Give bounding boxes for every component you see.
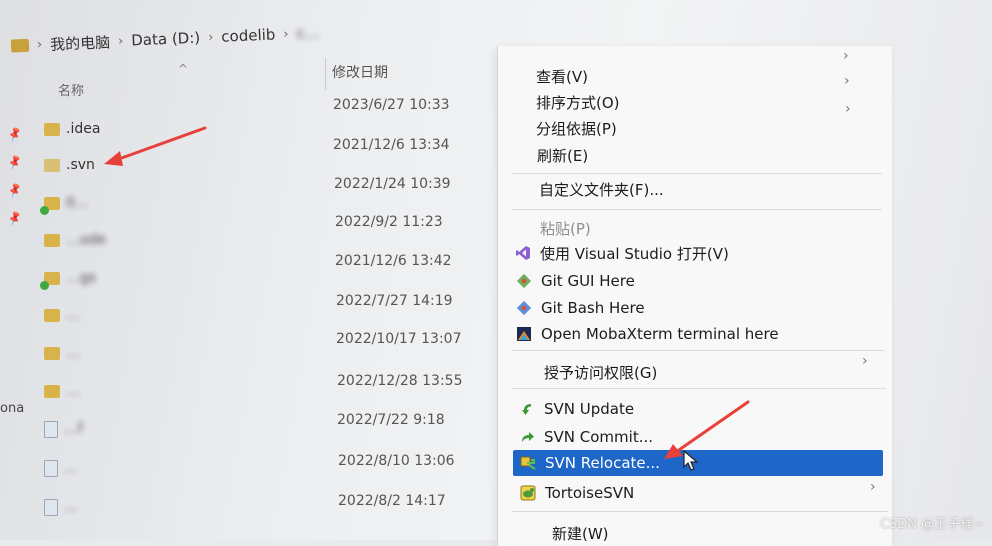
svn-commit-icon (518, 428, 536, 446)
file-name: .idea (66, 121, 101, 137)
chevron-right-icon: › (870, 479, 876, 495)
menu-item-new[interactable]: 新建(W) (552, 520, 609, 546)
menu-item-svn-update[interactable]: SVN Update (518, 396, 634, 422)
git-bash-icon (515, 299, 533, 317)
menu-item-git-bash-here[interactable]: Git Bash Here (515, 295, 645, 321)
chevron-right-icon: › (862, 353, 868, 369)
file-date: 2023/6/27 10:33 (333, 97, 450, 113)
visual-studio-icon (514, 244, 532, 262)
file-date: 2022/10/17 13:07 (336, 331, 462, 347)
chevron-right-icon: › (843, 48, 849, 64)
file-row[interactable]: .svn (44, 153, 95, 177)
file-name: … (66, 383, 80, 399)
menu-item-paste[interactable]: 粘贴(P) (540, 215, 591, 241)
file-explorer-window: › 我的电脑 › Data (D:) › codelib › c… ^ 名称 修… (0, 0, 992, 546)
folder-icon (44, 384, 60, 398)
file-row[interactable]: … (44, 303, 80, 327)
folder-icon (44, 158, 60, 172)
menu-separator (512, 511, 888, 512)
menu-item-refresh[interactable]: 刷新(E) (537, 142, 588, 168)
file-list: .idea .svn 0… …ode …gs … … … …f … … 2023… (0, 0, 500, 540)
file-name: …ode (66, 232, 107, 248)
menu-item-grant-access[interactable]: 授予访问权限(G) (544, 359, 657, 385)
folder-icon (44, 233, 60, 247)
menu-separator (512, 209, 882, 210)
menu-item-customize-folder[interactable]: 自定义文件夹(F)... (539, 176, 664, 202)
file-date: 2021/12/6 13:42 (335, 253, 452, 269)
mobaxterm-icon (515, 325, 533, 343)
git-gui-icon (515, 272, 533, 290)
file-name: … (64, 499, 78, 515)
document-icon (44, 459, 58, 477)
file-row[interactable]: …ode (44, 228, 106, 252)
menu-item-tortoisesvn[interactable]: TortoiseSVN (519, 480, 634, 506)
watermark: CSDN @王子様~ (879, 517, 984, 532)
menu-item-group-by[interactable]: 分组依据(P) (536, 115, 617, 141)
file-date: 2022/7/22 9:18 (337, 412, 445, 428)
menu-item-svn-commit[interactable]: SVN Commit... (518, 424, 653, 450)
menu-item-sort-by[interactable]: 排序方式(O) (536, 89, 620, 115)
folder-icon (44, 308, 60, 322)
file-row[interactable]: …f (44, 417, 83, 441)
file-date: 2022/8/10 13:06 (338, 453, 455, 469)
file-date: 2022/1/24 10:39 (334, 176, 451, 192)
menu-separator (512, 350, 884, 351)
menu-item-view[interactable]: 查看(V) (536, 63, 588, 89)
file-date: 2022/7/27 14:19 (336, 293, 453, 309)
chevron-right-icon: › (844, 73, 850, 89)
file-name: 0… (66, 195, 89, 211)
svn-relocate-icon (519, 454, 537, 472)
file-name: …f (64, 421, 83, 437)
file-name: .svn (66, 157, 95, 173)
file-row[interactable]: .idea (44, 117, 100, 141)
tortoisesvn-icon (519, 484, 537, 502)
menu-item-open-with-visual-studio[interactable]: 使用 Visual Studio 打开(V) (514, 240, 729, 266)
folder-icon (44, 346, 60, 360)
menu-separator (512, 388, 886, 389)
file-date: 2021/12/6 13:34 (333, 137, 450, 153)
svn-update-icon (518, 400, 536, 418)
menu-item-git-gui-here[interactable]: Git GUI Here (515, 268, 635, 294)
folder-icon (44, 122, 60, 136)
file-date: 2022/9/2 11:23 (335, 214, 443, 230)
file-date: 2022/8/2 14:17 (338, 493, 446, 509)
chevron-right-icon: › (845, 101, 851, 117)
mouse-cursor-icon (683, 450, 699, 471)
file-name: … (66, 307, 80, 323)
file-name: … (64, 460, 78, 476)
file-row[interactable]: … (44, 495, 78, 519)
file-row[interactable]: …gs (40, 266, 97, 290)
menu-separator (512, 173, 882, 174)
document-icon (44, 498, 58, 516)
file-row[interactable]: … (44, 379, 80, 403)
folder-svn-icon (40, 196, 60, 215)
file-row[interactable]: … (44, 341, 80, 365)
file-row[interactable]: … (44, 456, 78, 480)
file-name: …gs (66, 270, 97, 286)
folder-svn-icon (40, 271, 60, 290)
file-name: … (66, 345, 80, 361)
document-icon (44, 420, 58, 438)
file-row[interactable]: 0… (40, 191, 89, 215)
menu-item-open-mobaxterm[interactable]: Open MobaXterm terminal here (515, 321, 779, 347)
file-date: 2022/12/28 13:55 (337, 373, 463, 389)
